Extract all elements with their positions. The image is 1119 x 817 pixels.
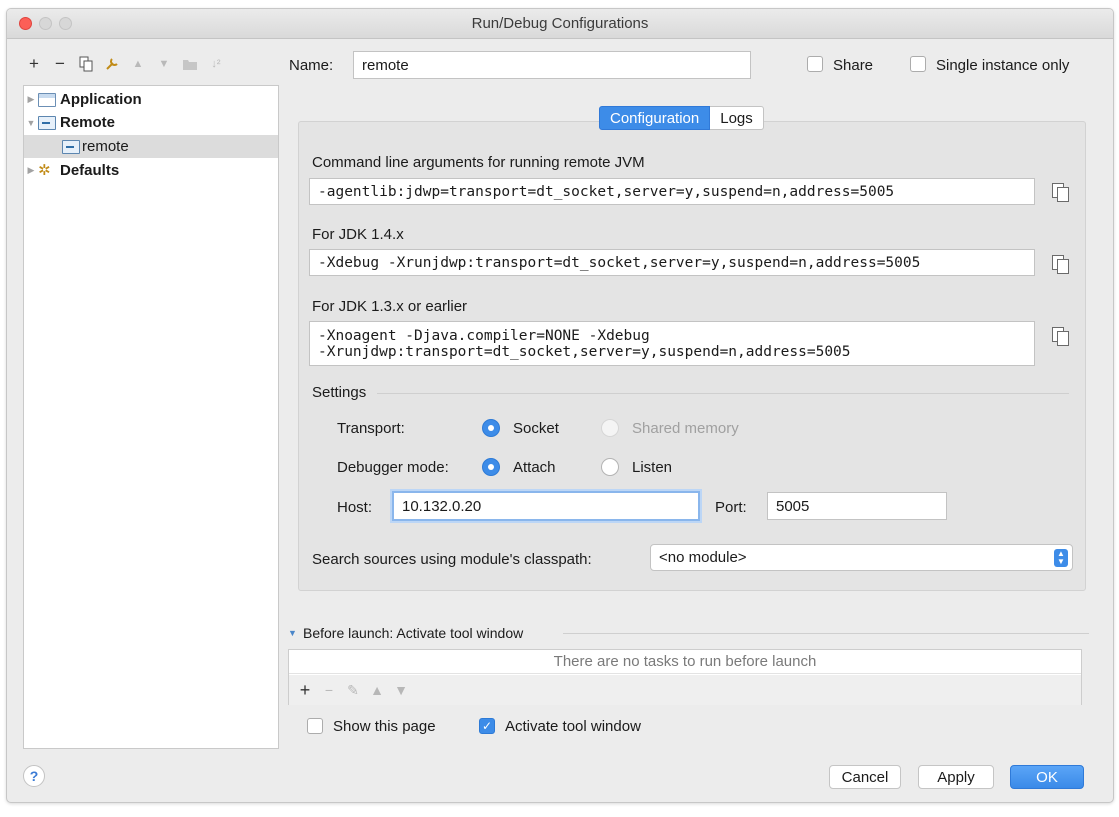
module-select[interactable]: <no module> ▲ ▼	[650, 544, 1073, 571]
cmd-args-field[interactable]: -agentlib:jdwp=transport=dt_socket,serve…	[309, 178, 1035, 205]
tree-item-label: Application	[60, 91, 142, 108]
transport-shared-memory-radio[interactable]	[601, 419, 619, 437]
module-classpath-label: Search sources using module's classpath:	[312, 551, 592, 568]
config-tree: ▶ Application ▼ Remote remote ▶ ✲ Defaul…	[23, 85, 279, 749]
single-instance-checkbox[interactable]	[910, 56, 926, 72]
activate-tool-window-label: Activate tool window	[505, 718, 641, 735]
settings-title: Settings	[312, 384, 367, 401]
port-label: Port:	[715, 499, 747, 516]
mode-attach-label: Attach	[513, 459, 556, 476]
settings-divider	[377, 393, 1069, 394]
collapse-caret-icon[interactable]: ▼	[288, 628, 297, 638]
transport-label: Transport:	[337, 420, 405, 437]
tree-item-label: remote	[82, 138, 129, 155]
close-window-button[interactable]	[19, 17, 32, 30]
debugger-mode-label: Debugger mode:	[337, 459, 449, 476]
edit-task-icon[interactable]: ✎	[345, 682, 361, 699]
share-label: Share	[833, 57, 874, 74]
ok-button[interactable]: OK	[1010, 765, 1084, 789]
tree-item-remote[interactable]: ▼ Remote	[24, 111, 278, 134]
select-arrows-icon: ▲ ▼	[1054, 549, 1068, 567]
run-debug-dialog: Run/Debug Configurations + − ▲ ▼ ↓² ▶ Ap…	[6, 8, 1114, 803]
before-launch-divider	[563, 633, 1089, 634]
host-label: Host:	[337, 499, 373, 516]
remote-icon	[38, 115, 56, 130]
expand-arrow-icon[interactable]: ▶	[24, 165, 38, 176]
transport-shared-memory-label: Shared memory	[632, 420, 739, 437]
jdk14-args-field[interactable]: -Xdebug -Xrunjdwp:transport=dt_socket,se…	[309, 249, 1035, 276]
empty-tasks-message: There are no tasks to run before launch	[289, 650, 1081, 674]
mode-attach-radio[interactable]	[482, 458, 500, 476]
copy-config-icon[interactable]	[75, 53, 97, 75]
minimize-window-button[interactable]	[39, 17, 52, 30]
single-instance-label: Single instance only	[936, 57, 1070, 74]
copy-jdk14-icon[interactable]	[1052, 255, 1069, 274]
expand-arrow-icon[interactable]: ▶	[24, 94, 38, 105]
name-label: Name:	[289, 57, 334, 74]
jdk13-args-field[interactable]: -Xnoagent -Djava.compiler=NONE -Xdebug -…	[309, 321, 1035, 366]
maximize-window-button[interactable]	[59, 17, 72, 30]
copy-cmd-icon[interactable]	[1052, 183, 1069, 202]
jdk14-label: For JDK 1.4.x	[312, 226, 404, 243]
window-title: Run/Debug Configurations	[471, 15, 649, 32]
module-select-value: <no module>	[659, 549, 747, 566]
cancel-button[interactable]: Cancel	[829, 765, 901, 789]
apply-button[interactable]: Apply	[918, 765, 994, 789]
tree-item-defaults[interactable]: ▶ ✲ Defaults	[24, 159, 278, 182]
tab-logs[interactable]: Logs	[710, 106, 764, 130]
before-launch-title: Before launch: Activate tool window	[303, 625, 524, 641]
collapse-arrow-icon[interactable]: ▼	[24, 118, 38, 128]
add-task-icon[interactable]: +	[297, 680, 313, 701]
title-bar: Run/Debug Configurations	[7, 9, 1113, 39]
mode-listen-radio[interactable]	[601, 458, 619, 476]
move-down-icon[interactable]: ▼	[153, 53, 175, 75]
transport-socket-label: Socket	[513, 420, 559, 437]
move-task-down-icon[interactable]: ▼	[393, 682, 409, 698]
edit-defaults-icon[interactable]	[101, 53, 123, 75]
activate-tool-window-checkbox[interactable]: ✓	[479, 718, 495, 734]
application-icon	[38, 92, 56, 107]
help-button[interactable]: ?	[23, 765, 45, 787]
share-checkbox[interactable]	[807, 56, 823, 72]
move-up-icon[interactable]: ▲	[127, 53, 149, 75]
copy-jdk13-icon[interactable]	[1052, 327, 1069, 346]
mode-listen-label: Listen	[632, 459, 673, 476]
jdk13-label: For JDK 1.3.x or earlier	[312, 298, 468, 315]
jdk13-args-line: -Xrunjdwp:transport=dt_socket,server=y,s…	[318, 343, 851, 360]
remove-config-icon[interactable]: −	[49, 53, 71, 75]
add-config-icon[interactable]: +	[23, 53, 45, 75]
show-page-label: Show this page	[333, 718, 436, 735]
remove-task-icon[interactable]: −	[321, 682, 337, 698]
tree-item-remote-config[interactable]: remote	[24, 135, 278, 158]
defaults-wrench-icon: ✲	[38, 161, 51, 179]
tree-item-application[interactable]: ▶ Application	[24, 88, 278, 111]
host-input[interactable]: 10.132.0.20	[392, 491, 700, 521]
before-launch-tasks: There are no tasks to run before launch …	[288, 649, 1082, 705]
config-tabs: Configuration Logs	[599, 106, 764, 130]
show-page-checkbox[interactable]	[307, 718, 323, 734]
tasks-toolbar: + − ✎ ▲ ▼	[289, 675, 1081, 705]
move-task-up-icon[interactable]: ▲	[369, 682, 385, 698]
port-input[interactable]: 5005	[767, 492, 947, 520]
cmd-args-label: Command line arguments for running remot…	[312, 154, 645, 171]
jdk13-args-line: -Xnoagent -Djava.compiler=NONE -Xdebug	[318, 327, 650, 344]
transport-socket-radio[interactable]	[482, 419, 500, 437]
tab-configuration[interactable]: Configuration	[599, 106, 711, 130]
tree-item-label: Remote	[60, 114, 116, 131]
name-input[interactable]: remote	[353, 51, 751, 79]
config-toolbar: + − ▲ ▼ ↓²	[23, 51, 227, 77]
tree-item-label: Defaults	[60, 162, 120, 179]
sort-icon[interactable]: ↓²	[205, 53, 227, 75]
remote-icon	[62, 139, 80, 154]
folder-icon[interactable]	[179, 53, 201, 75]
